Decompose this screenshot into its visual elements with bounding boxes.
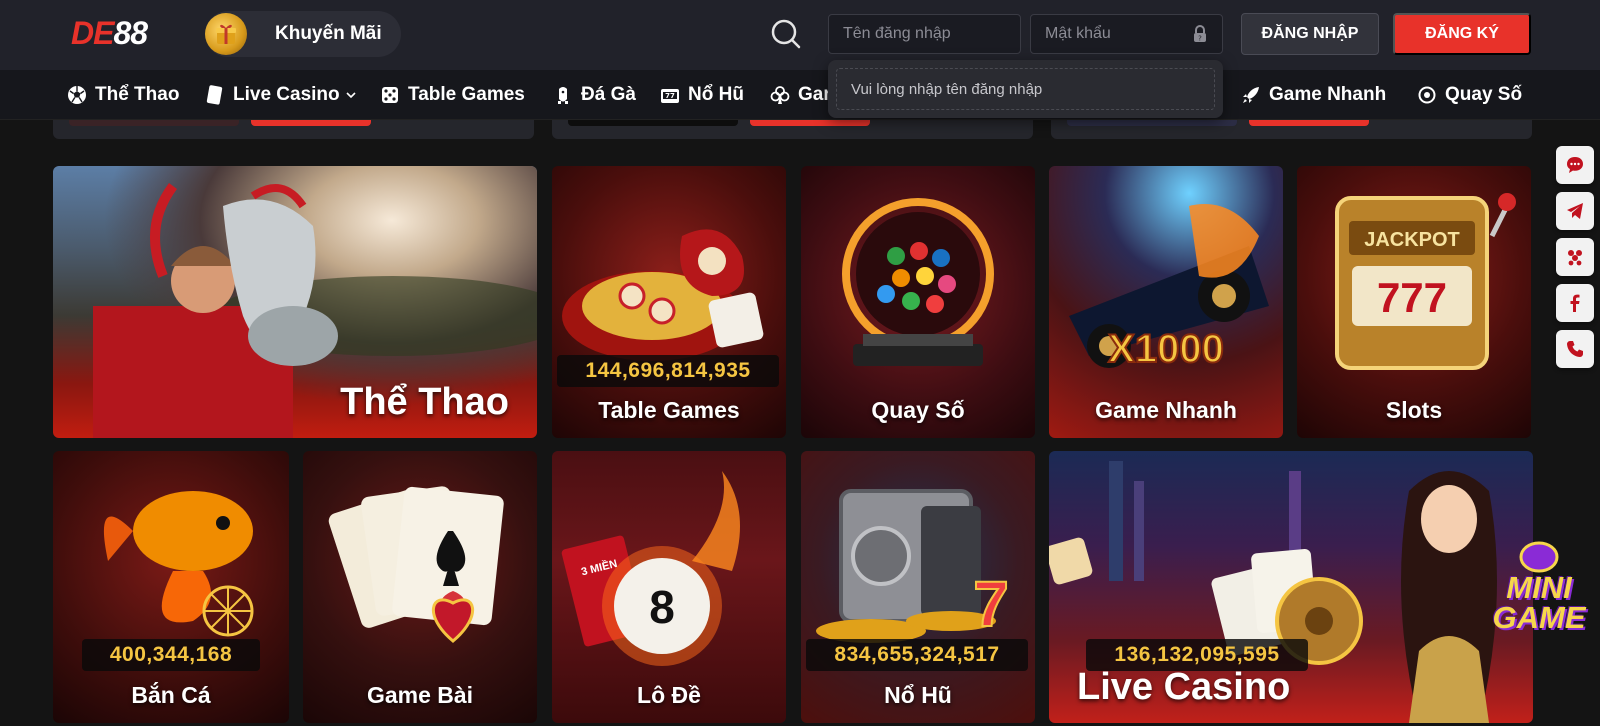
tile-label: Table Games [598,397,740,423]
tile-label: Bắn Cá [131,682,211,708]
slot-icon: 77 [660,85,680,105]
svg-text:7: 7 [973,568,1009,640]
reels-text: 777 [1377,274,1447,321]
nav-item-live-casino[interactable]: Live Casino [205,83,356,107]
nav-item-quay-so[interactable]: Quay Số [1417,83,1522,107]
nav-item-da-ga[interactable]: Đá Gà [553,83,636,107]
nav-item-table-games[interactable]: Table Games [380,83,525,107]
tile-game-bai[interactable]: Game Bài [303,451,537,723]
tile-quay-so[interactable]: Quay Số [801,166,1035,438]
prev-row-card [53,120,534,139]
tile-label: Game Bài [366,682,474,708]
jackpot-counter: 400,344,168 [82,639,260,671]
tooltip-text: Vui lòng nhập tên đăng nhập [836,68,1215,110]
login-hint-tooltip: Vui lòng nhập tên đăng nhập [828,60,1223,118]
logo-de: DE [71,14,114,51]
nav-label: Nổ Hũ [688,84,744,105]
logo[interactable]: DE 88 [71,14,148,52]
nav-label: Đá Gà [581,84,636,105]
tile-live-casino[interactable]: 136,132,095,595 Live Casino [1049,451,1533,723]
phone-icon[interactable] [1556,330,1594,368]
nav-label: Live Casino [233,84,340,105]
nav-item-game-bai[interactable]: Gar [770,83,831,107]
tile-ban-ca[interactable]: 400,344,168 Bắn Cá [53,451,289,723]
promotion-label: Khuyến Mãi [275,23,382,44]
prev-row-card [1051,120,1532,139]
nav-label: Thể Thao [95,84,180,105]
messenger-icon[interactable] [1556,238,1594,276]
facebook-icon[interactable] [1556,284,1594,322]
tile-the-thao[interactable]: Thể Thao [53,166,537,438]
logo-88: 88 [113,14,148,51]
rocket-icon [1241,85,1261,105]
jackpot-counter: 144,696,814,935 [557,355,779,387]
tile-label: Thể Thao [340,381,509,423]
ball-number: 8 [649,581,675,633]
prev-row-button[interactable] [1067,120,1237,126]
nav-label: Quay Số [1445,84,1523,105]
tile-slots[interactable]: JACKPOT 777 Slots [1297,166,1531,438]
jackpot-text: JACKPOT [1364,229,1460,251]
prev-row-card [552,120,1033,139]
promotion-button[interactable]: Khuyến Mãi [205,11,401,57]
jackpot-counter: 834,655,324,517 [806,639,1028,671]
lock-icon: ? [1192,25,1208,43]
prev-row-button[interactable] [69,120,239,126]
tile-game-nhanh[interactable]: X1000 Game Nhanh [1049,166,1283,438]
nav-item-the-thao[interactable]: Thể Thao [67,83,179,107]
mini-game-label: MINI GAME [1492,570,1586,635]
dice-icon [380,85,400,105]
prev-row-button[interactable] [750,120,870,126]
register-button[interactable]: ĐĂNG KÝ [1393,13,1531,55]
nav-item-no-hu[interactable]: 77 Nổ Hũ [660,83,744,107]
search-icon[interactable] [770,18,802,50]
tile-no-hu[interactable]: 7 834,655,324,517 Nổ Hũ [801,451,1035,723]
nav-label: Table Games [408,84,525,105]
chat-icon[interactable] [1556,146,1594,184]
username-field-wrapper [828,14,1021,54]
main-nav: Thể Thao Live Casino Table Games Đá Gà 7… [0,70,1600,120]
tile-label: Quay Số [871,397,965,423]
login-button[interactable]: ĐĂNG NHẬP [1241,13,1379,55]
nav-label: Gar [798,84,831,105]
tile-label: Live Casino [1077,666,1291,708]
tile-label: Game Nhanh [1095,397,1237,423]
username-input[interactable] [843,25,1006,43]
password-input[interactable] [1045,25,1192,43]
x1000-text: X1000 [1108,327,1224,371]
top-header: DE88 Khuyến Mãi ? ĐĂNG NHẬP ĐĂNG KÝ [0,0,1600,70]
tile-table-games[interactable]: 144,696,814,935 Table Games [552,166,786,438]
prev-row-button[interactable] [251,120,371,126]
tile-label: Lô Đề [637,682,701,708]
tile-lo-de[interactable]: 3 MIỀN 8 Lô Đề [552,451,786,723]
nav-label: Game Nhanh [1269,84,1387,105]
tile-label: Nổ Hũ [884,682,952,708]
soccer-ball-icon [67,85,87,105]
rooster-icon [553,85,573,105]
lottery-icon [1417,85,1437,105]
nav-item-game-nhanh[interactable]: Game Nhanh [1241,83,1386,107]
gift-icon [205,13,247,55]
club-icon [770,85,790,105]
mini-game-badge[interactable]: MINI GAME [1478,537,1600,647]
chevron-down-icon [346,91,356,99]
svg-text:77: 77 [665,92,675,100]
telegram-icon[interactable] [1556,192,1594,230]
prev-row-button[interactable] [568,120,738,126]
prev-row-button[interactable] [1249,120,1369,126]
svg-text:?: ? [1198,35,1202,43]
tile-label: Slots [1385,397,1443,423]
password-field-wrapper: ? [1030,14,1223,54]
card-icon [205,85,225,105]
